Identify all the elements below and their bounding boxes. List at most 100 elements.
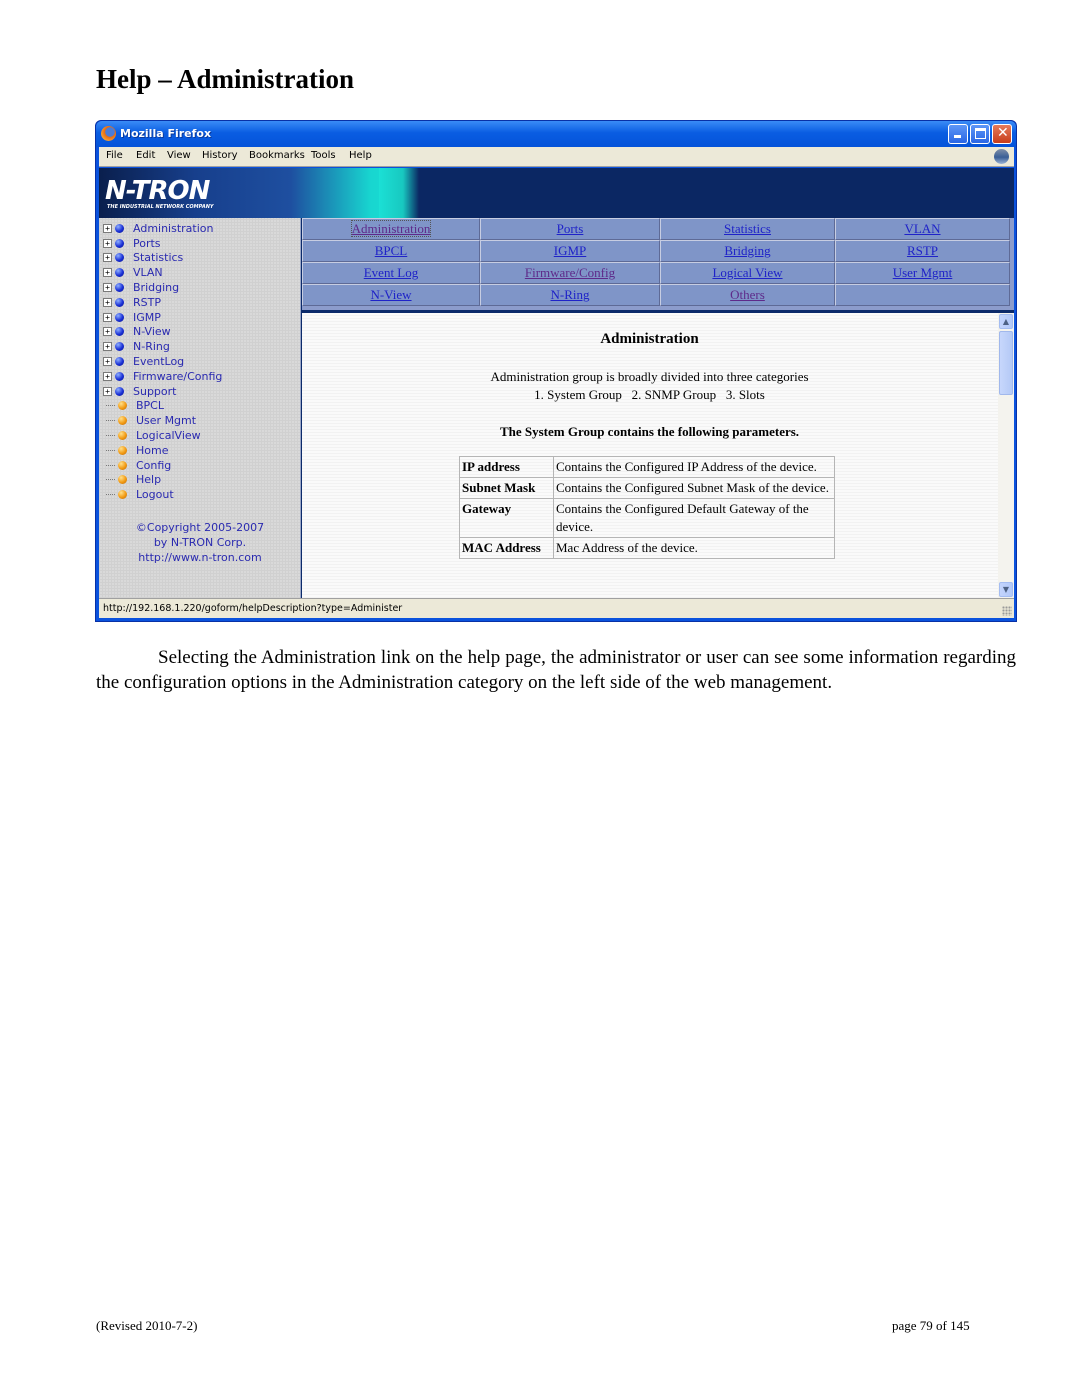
sidebar-item[interactable]: + Statistics — [103, 251, 222, 266]
scroll-up-button[interactable]: ▲ — [999, 314, 1013, 329]
sidebar-item[interactable]: + Firmware/Config — [103, 369, 222, 384]
help-nav-link[interactable]: BPCL — [375, 243, 408, 258]
nav-cell: N-View — [302, 284, 480, 306]
expand-icon[interactable]: + — [103, 357, 112, 367]
scroll-down-button[interactable]: ▼ — [999, 582, 1013, 597]
nav-cell: Administration — [302, 218, 480, 240]
sidebar-item-label[interactable]: N-View — [133, 325, 171, 338]
sidebar-item-label[interactable]: Administration — [133, 222, 214, 235]
menu-history[interactable]: History — [202, 150, 238, 161]
parameter-name: MAC Address — [459, 537, 554, 559]
throbber-icon — [994, 149, 1009, 164]
system-group-heading: The System Group contains the following … — [499, 424, 800, 439]
expand-icon[interactable]: + — [103, 312, 112, 322]
scroll-thumb[interactable] — [999, 331, 1013, 395]
company-url-link[interactable]: http://www.n-tron.com — [99, 550, 301, 565]
sidebar-item-label[interactable]: Firmware/Config — [133, 370, 222, 383]
sidebar-item[interactable]: + EventLog — [103, 354, 222, 369]
sidebar-item-label[interactable]: N-Ring — [133, 340, 170, 353]
status-url: http://192.168.1.220/goform/helpDescript… — [103, 603, 403, 614]
expand-icon[interactable]: + — [103, 268, 112, 278]
sidebar-item[interactable]: Home — [103, 443, 222, 458]
help-nav-link[interactable]: VLAN — [904, 221, 940, 236]
sidebar-item-label[interactable]: BPCL — [136, 399, 164, 412]
menu-view[interactable]: View — [167, 150, 191, 161]
expand-icon[interactable]: + — [103, 238, 112, 248]
sidebar-item[interactable]: Config — [103, 458, 222, 473]
sidebar-item[interactable]: + Ports — [103, 236, 222, 251]
help-nav-link[interactable]: N-Ring — [551, 287, 590, 302]
sidebar-item-label[interactable]: LogicalView — [136, 429, 201, 442]
expand-icon[interactable]: + — [103, 283, 112, 293]
tree-connector — [106, 494, 115, 496]
sidebar-item-label[interactable]: Home — [136, 444, 168, 457]
help-nav-link[interactable]: Ports — [557, 221, 584, 236]
sidebar-item-label[interactable]: Config — [136, 459, 171, 472]
help-nav-link[interactable]: Firmware/Config — [525, 265, 615, 280]
sidebar-item[interactable]: Logout — [103, 487, 222, 502]
help-nav-link[interactable]: Others — [730, 287, 765, 302]
copyright: ©Copyright 2005-2007 by N-TRON Corp. htt… — [99, 520, 301, 565]
tree-connector — [106, 449, 115, 451]
sidebar-item[interactable]: + Bridging — [103, 280, 222, 295]
menu-help[interactable]: Help — [349, 150, 372, 161]
sidebar-item[interactable]: + RSTP — [103, 295, 222, 310]
blue-ball-icon — [115, 283, 124, 293]
sidebar-item[interactable]: User Mgmt — [103, 413, 222, 428]
menu-file[interactable]: File — [106, 150, 123, 161]
sidebar-item-label[interactable]: VLAN — [133, 266, 163, 279]
sidebar-item[interactable]: Help — [103, 473, 222, 488]
help-nav-link[interactable]: User Mgmt — [893, 265, 953, 280]
nav-cell: Statistics — [660, 218, 835, 240]
expand-icon[interactable]: + — [103, 223, 112, 233]
expand-icon[interactable]: + — [103, 342, 112, 352]
close-button[interactable]: ✕ — [992, 124, 1012, 144]
vertical-scrollbar[interactable]: ▲ ▼ — [998, 313, 1014, 598]
expand-icon[interactable]: + — [103, 327, 112, 337]
intro-line: Administration group is broadly divided … — [490, 369, 809, 384]
menu-edit[interactable]: Edit — [136, 150, 155, 161]
sidebar-item[interactable]: + Support — [103, 384, 222, 399]
sidebar-item-label[interactable]: Ports — [133, 237, 161, 250]
minimize-button[interactable] — [948, 124, 968, 144]
sidebar-item-label[interactable]: RSTP — [133, 296, 161, 309]
expand-icon[interactable]: + — [103, 386, 112, 396]
blue-ball-icon — [115, 238, 124, 248]
help-nav-link[interactable]: Statistics — [724, 221, 771, 236]
tree-connector — [106, 464, 115, 466]
sidebar-item-label[interactable]: Support — [133, 385, 176, 398]
tree-connector — [106, 435, 115, 437]
resize-grip-icon[interactable] — [1002, 606, 1012, 616]
help-nav-link[interactable]: Logical View — [712, 265, 782, 280]
help-heading: Administration — [600, 331, 699, 347]
expand-icon[interactable]: + — [103, 371, 112, 381]
sidebar-item-label[interactable]: IGMP — [133, 311, 161, 324]
sidebar-item-label[interactable]: Bridging — [133, 281, 179, 294]
sidebar-item[interactable]: LogicalView — [103, 428, 222, 443]
sidebar-item[interactable]: + VLAN — [103, 265, 222, 280]
menu-tools[interactable]: Tools — [311, 150, 336, 161]
sidebar-item-label[interactable]: Help — [136, 473, 161, 486]
sidebar-item[interactable]: + Administration — [103, 221, 222, 236]
expand-icon[interactable]: + — [103, 253, 112, 263]
categories-line: 1. System Group 2. SNMP Group 3. Slots — [534, 387, 765, 402]
sidebar-item[interactable]: + N-View — [103, 325, 222, 340]
orange-ball-icon — [118, 445, 127, 455]
expand-icon[interactable]: + — [103, 297, 112, 307]
sidebar-item-label[interactable]: EventLog — [133, 355, 184, 368]
help-nav-link[interactable]: Bridging — [724, 243, 770, 258]
help-nav-link[interactable]: RSTP — [907, 243, 938, 258]
sidebar-item-label[interactable]: Statistics — [133, 251, 183, 264]
sidebar-item-label[interactable]: User Mgmt — [136, 414, 196, 427]
sidebar-item[interactable]: + N-Ring — [103, 339, 222, 354]
sidebar-item-label[interactable]: Logout — [136, 488, 174, 501]
help-nav-link[interactable]: Administration — [350, 220, 432, 237]
help-nav-link[interactable]: Event Log — [364, 265, 419, 280]
maximize-button[interactable] — [970, 124, 990, 144]
sidebar-item[interactable]: BPCL — [103, 399, 222, 414]
nav-cell: Bridging — [660, 240, 835, 262]
menu-bookmarks[interactable]: Bookmarks — [249, 150, 305, 161]
help-nav-link[interactable]: IGMP — [554, 243, 587, 258]
help-nav-link[interactable]: N-View — [370, 287, 411, 302]
sidebar-item[interactable]: + IGMP — [103, 310, 222, 325]
